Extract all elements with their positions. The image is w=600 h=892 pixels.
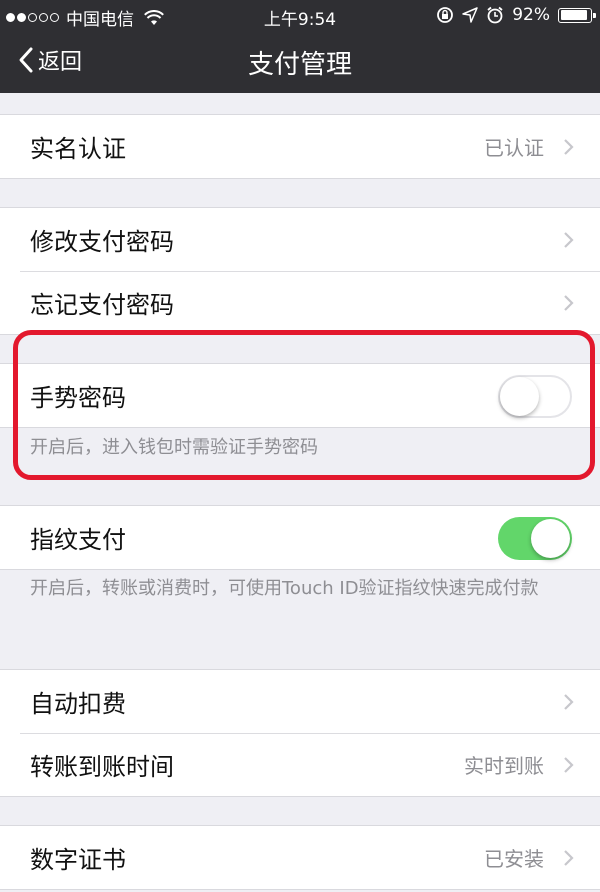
navigation-bar: 返回 支付管理	[0, 30, 600, 93]
transfer-time-value: 实时到账	[464, 754, 544, 778]
realname-status: 已认证	[484, 136, 544, 160]
chevron-right-icon	[564, 138, 574, 155]
chevron-right-icon	[564, 231, 574, 248]
transfer-time-label: 转账到账时间	[30, 753, 174, 781]
fingerprint-pay-note: 开启后，转账或消费时，可使用Touch ID验证指纹快速完成付款	[30, 578, 539, 599]
password-section: 修改支付密码 忘记支付密码	[0, 207, 600, 335]
digital-certificate-status: 已安装	[484, 847, 544, 871]
status-bar: 中国电信 上午9:54 92%	[0, 0, 600, 30]
realname-section: 实名认证 已认证	[0, 114, 600, 179]
alarm-icon	[487, 6, 503, 24]
digital-certificate-label: 数字证书	[30, 846, 126, 874]
auto-deduct-label: 自动扣费	[30, 690, 126, 718]
digital-certificate-row[interactable]: 数字证书 已安装	[0, 826, 600, 889]
payment-settings-section: 自动扣费 转账到账时间 实时到账	[0, 669, 600, 797]
top-bar: 中国电信 上午9:54 92% 返回 支付管理	[0, 0, 600, 93]
chevron-right-icon	[564, 849, 574, 866]
chevron-right-icon	[564, 693, 574, 710]
certificate-section: 数字证书 已安装	[0, 825, 600, 890]
toggle-knob	[531, 518, 570, 558]
highlight-outline	[13, 330, 595, 480]
fingerprint-section: 指纹支付	[0, 505, 600, 570]
fingerprint-pay-toggle[interactable]	[498, 516, 572, 560]
realname-row[interactable]: 实名认证 已认证	[0, 115, 600, 178]
forgot-password-row[interactable]: 忘记支付密码	[0, 271, 600, 334]
location-icon	[462, 7, 478, 23]
auto-deduct-row[interactable]: 自动扣费	[0, 670, 600, 733]
transfer-time-row[interactable]: 转账到账时间 实时到账	[0, 733, 600, 796]
fingerprint-pay-row: 指纹支付	[0, 506, 600, 569]
change-password-label: 修改支付密码	[30, 228, 174, 256]
battery-icon	[558, 7, 596, 23]
realname-label: 实名认证	[30, 135, 126, 163]
page-title: 支付管理	[247, 50, 352, 80]
forgot-password-label: 忘记支付密码	[30, 291, 174, 319]
rotation-lock-icon	[437, 7, 454, 23]
chevron-right-icon	[564, 294, 574, 311]
fingerprint-pay-label: 指纹支付	[30, 526, 126, 554]
chevron-right-icon	[564, 756, 574, 773]
change-password-row[interactable]: 修改支付密码	[0, 208, 600, 271]
battery-percentage: 92%	[512, 5, 550, 25]
